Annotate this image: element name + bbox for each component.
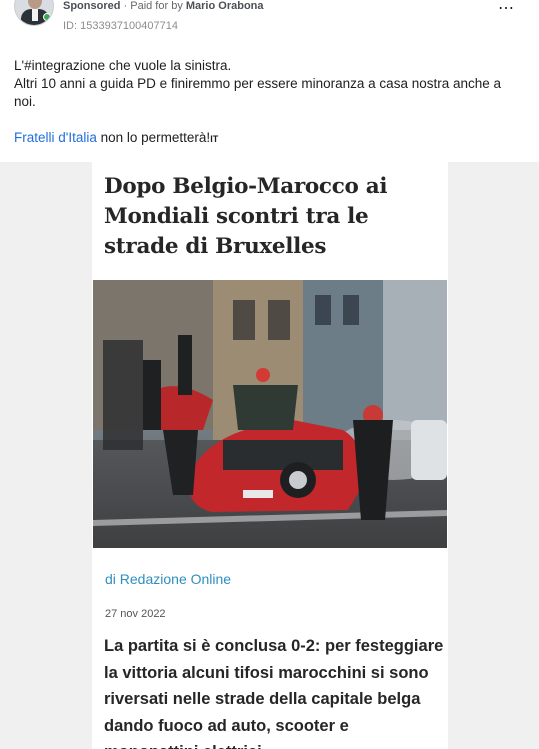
post-text: L'#integrazione che vuole la sinistra. A…	[14, 57, 524, 148]
paid-for-label: Paid for by	[130, 0, 186, 12]
verified-badge-icon	[43, 13, 51, 21]
ad-creative[interactable]: Dopo Belgio-Marocco ai Mondiali scontri …	[0, 162, 539, 749]
sponsored-label: Sponsored	[63, 0, 121, 12]
post-line-3-rest: non lo permetterà!	[96, 130, 211, 145]
article-photo	[93, 280, 447, 548]
post-line-1: L'#integrazione che vuole la sinistra.	[14, 58, 232, 73]
article-headline: Dopo Belgio-Marocco ai Mondiali scontri …	[104, 174, 388, 259]
ad-header: Sponsored · Paid for by Mario Orabona ID…	[0, 0, 539, 40]
riot-photo-illustration	[93, 280, 447, 548]
article-byline[interactable]: di Redazione Online	[105, 571, 231, 587]
italy-flag-icon: IT	[210, 134, 219, 144]
article-lead: La partita si è conclusa 0-2: per festeg…	[104, 637, 444, 749]
sponsored-line: Sponsored · Paid for by Mario Orabona	[63, 0, 264, 12]
ad-id: ID: 1533937100407714	[63, 20, 178, 32]
advertiser-name[interactable]: Mario Orabona	[186, 0, 264, 12]
post-line-2: Altri 10 anni a guida PD e finiremmo per…	[14, 76, 502, 109]
post-line-3: Fratelli d'Italia non lo permetterà!IT	[14, 129, 524, 148]
advertiser-avatar[interactable]	[14, 0, 54, 26]
party-link[interactable]: Fratelli d'Italia	[14, 130, 97, 145]
article-card: Dopo Belgio-Marocco ai Mondiali scontri …	[92, 162, 448, 749]
separator: ·	[120, 0, 131, 12]
more-options-icon[interactable]: ⋯	[498, 0, 515, 18]
article-date: 27 nov 2022	[105, 608, 166, 620]
